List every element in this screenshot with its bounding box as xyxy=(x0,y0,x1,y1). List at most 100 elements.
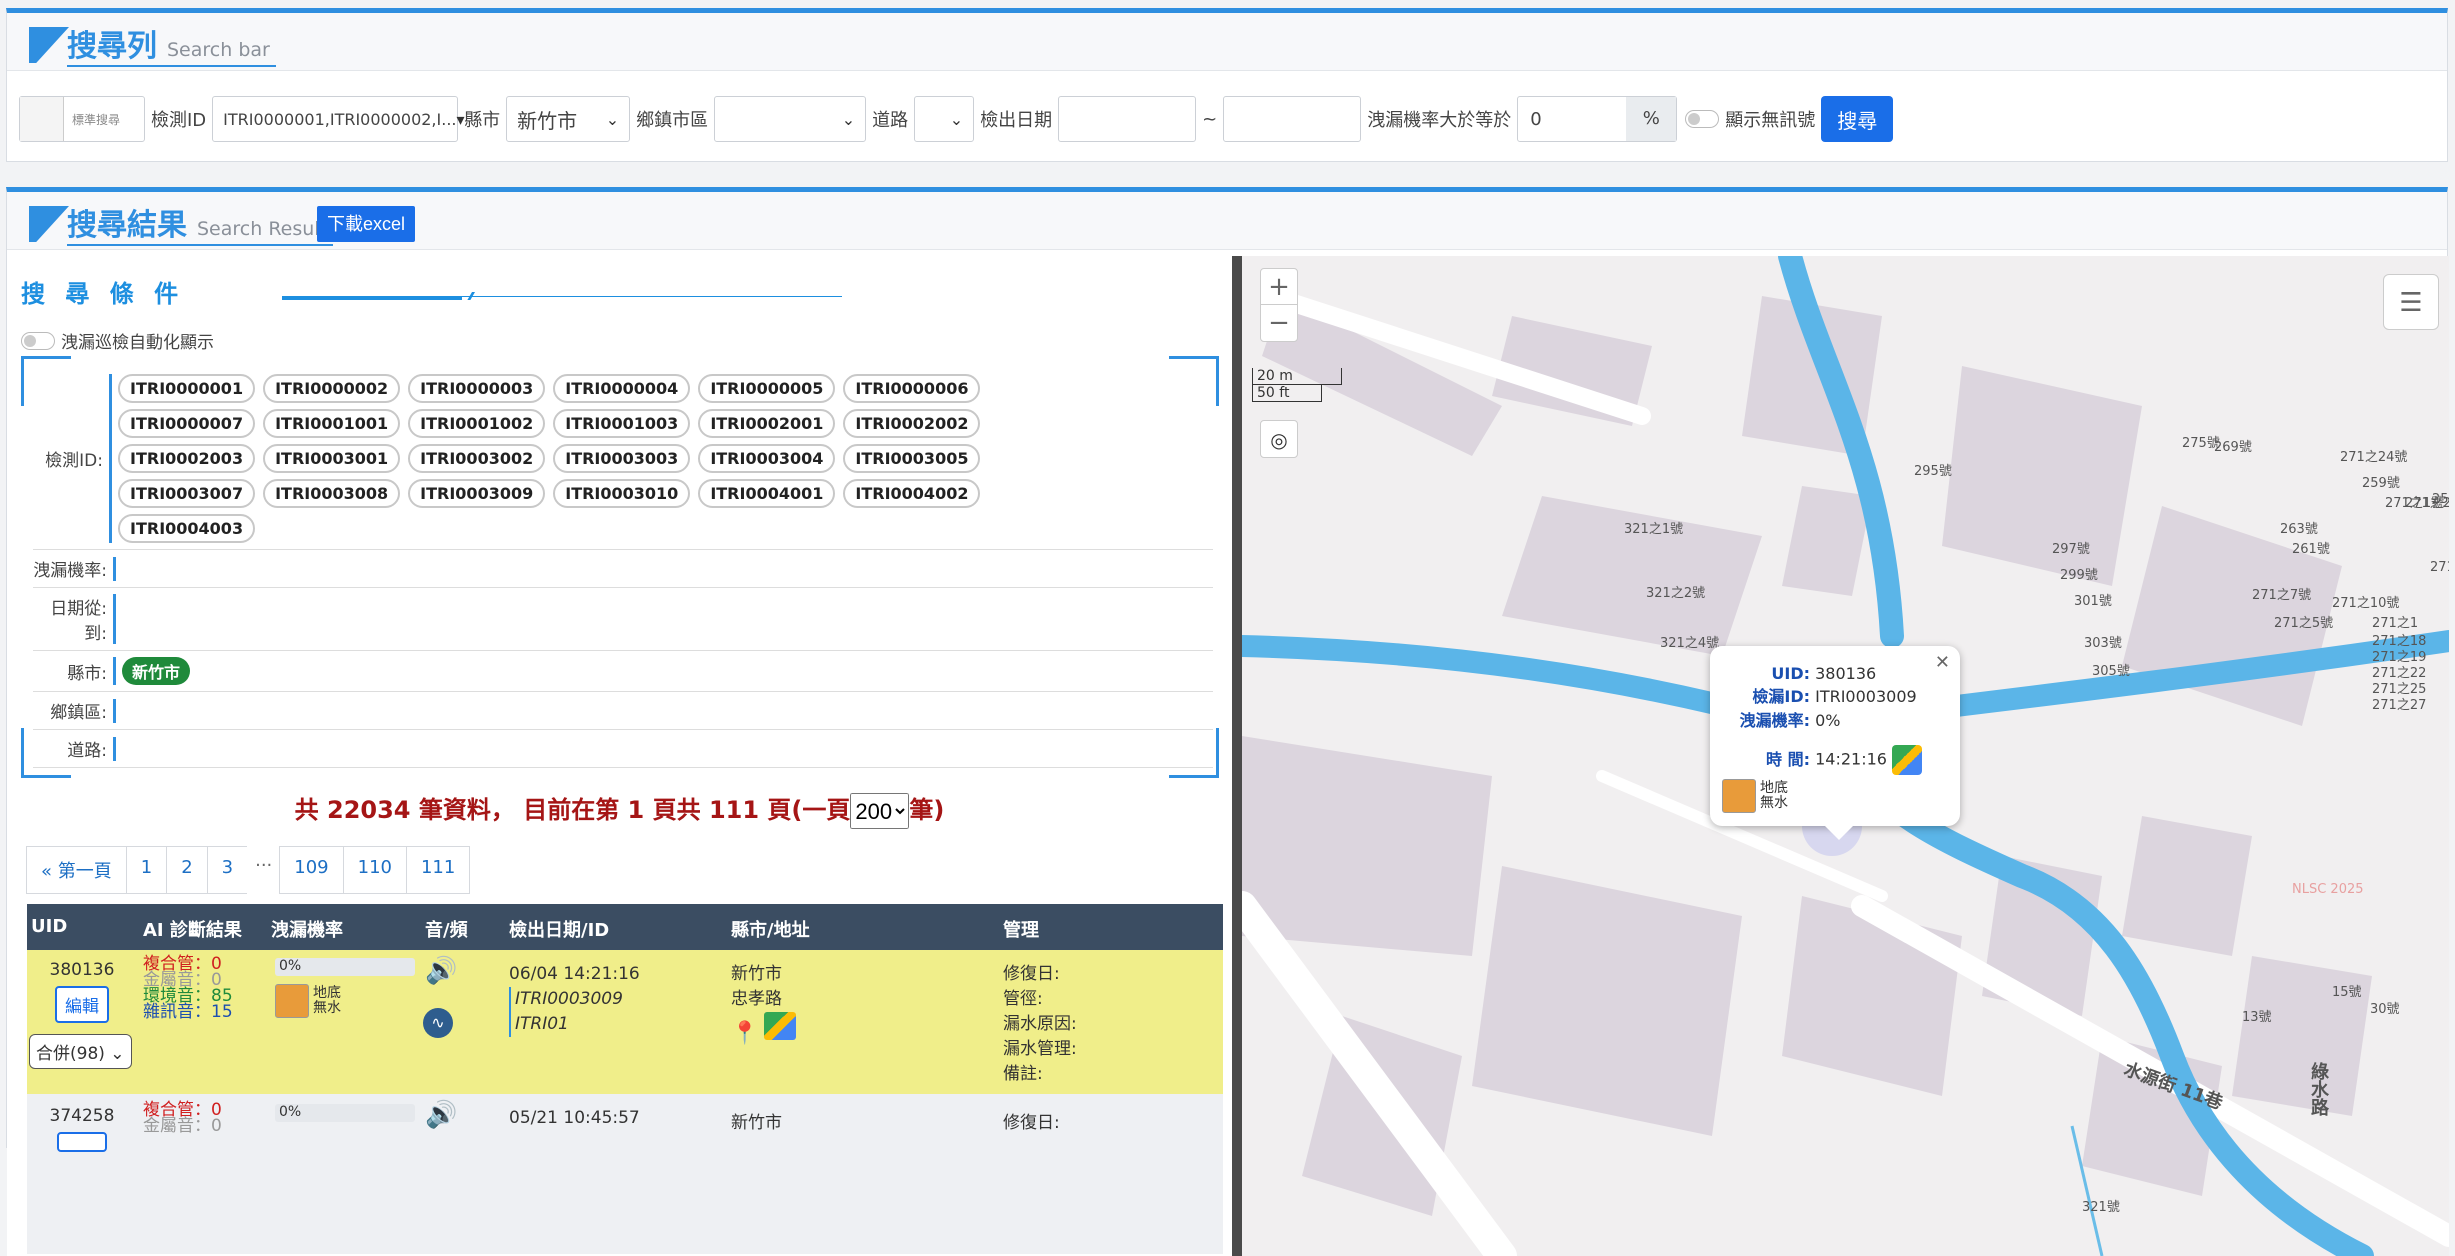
zoom-in-button[interactable]: + xyxy=(1261,269,1297,305)
nosignal-label: 顯示無訊號 xyxy=(1725,110,1816,131)
map-label: 295號 xyxy=(1914,464,1952,479)
condition-road-row: 道路: xyxy=(33,730,1213,768)
result-panel-header: 搜尋結果 Search Result 下載excel xyxy=(7,192,2447,250)
result-panel-title: 搜尋結果 Search Result xyxy=(67,200,334,246)
search-button[interactable]: 搜尋 xyxy=(1821,96,1894,142)
prob-label: 洩漏機率大於等於 xyxy=(1367,110,1512,131)
table-row[interactable]: 380136 編輯 合併(98) ⌄ 複合管：0 金屬音：0 環境音：85 雜訊… xyxy=(27,950,1223,1094)
audio-icon[interactable]: 🔊 xyxy=(425,956,457,986)
pager-button[interactable]: 110 xyxy=(342,846,407,894)
map-label: 321號 xyxy=(2082,1200,2120,1215)
condition-id-row: 檢測ID: ITRI0000001 ITRI0000002 ITRI0000003 I… xyxy=(33,366,1213,550)
condition-date-row: 日期從: 到: xyxy=(33,588,1213,651)
auto-display-toggle[interactable] xyxy=(21,331,55,350)
map-label: 263號 xyxy=(2280,522,2318,537)
chevron-down-icon: ⌄ xyxy=(605,109,620,129)
merge-select[interactable]: 合併(98) ⌄ xyxy=(29,1034,132,1069)
map-label: 305號 xyxy=(2092,664,2130,679)
pager-button[interactable]: 111 xyxy=(405,846,471,894)
table-row[interactable]: 374258 複合管：0 金屬音：0 0% 🔊 05/21 10:45:57 新… xyxy=(27,1094,1223,1254)
date-label: 檢出日期 xyxy=(980,110,1053,131)
probability-bar: 0% xyxy=(275,1104,415,1122)
county-select[interactable]: 新竹市 ⌄ xyxy=(506,96,631,142)
id-chip: ITRI0003002 xyxy=(408,444,546,473)
map-label: 321之4號 xyxy=(1660,636,1720,651)
pager-button[interactable]: 3 xyxy=(206,846,249,894)
id-chip: ITRI0000004 xyxy=(553,374,691,403)
underground-icon xyxy=(275,984,309,1018)
map-label: 303號 xyxy=(2084,636,2122,651)
waveform-icon[interactable]: ∿ xyxy=(423,1008,453,1038)
chevron-down-icon: ⌄ xyxy=(949,109,964,129)
map-label: 321之1號 xyxy=(1624,522,1684,537)
district-label: 鄉鎮市區 xyxy=(636,110,709,131)
id-chip: ITRI0003003 xyxy=(553,444,691,473)
id-chip: ITRI0003007 xyxy=(118,479,256,508)
google-maps-icon[interactable] xyxy=(763,1012,796,1040)
auto-display-label: 洩漏巡檢自動化顯示 xyxy=(61,333,214,353)
id-chip: ITRI0000002 xyxy=(263,374,401,403)
table-header: UID AI 診斷結果 洩漏機率 音/頻 檢出日期/ID 縣市/地址 管理 xyxy=(27,904,1223,950)
district-select[interactable]: ⌄ xyxy=(714,96,867,142)
layers-icon[interactable]: ☰ xyxy=(2383,274,2439,330)
county-chip: 新竹市 xyxy=(122,657,191,685)
id-chip: ITRI0003005 xyxy=(843,444,981,473)
map-label: 321之2號 xyxy=(1646,586,1706,601)
map-label: 271之10號 xyxy=(2332,596,2400,611)
id-chip: ITRI0003004 xyxy=(698,444,836,473)
id-label: 檢測ID xyxy=(151,110,207,131)
map-label: 30號 xyxy=(2370,1002,2400,1017)
management-info: 修復日: 管徑: 漏水原因: 漏水管理: 備註: xyxy=(1003,964,1077,1084)
audio-icon[interactable]: 🔊 xyxy=(425,1100,457,1130)
edit-button[interactable] xyxy=(57,1132,107,1152)
pager-button[interactable]: 2 xyxy=(166,846,208,894)
close-icon[interactable]: ✕ xyxy=(1935,652,1950,673)
locate-icon[interactable]: ◎ xyxy=(1260,420,1298,458)
id-chip: ITRI0003008 xyxy=(263,479,401,508)
search-panel-header: 搜尋列 Search bar xyxy=(7,13,2447,71)
google-maps-icon[interactable] xyxy=(1892,745,1923,775)
road-select[interactable]: ⌄ xyxy=(914,96,975,142)
page-size-select[interactable]: 200 xyxy=(850,793,910,829)
ai-result: 複合管：0 金屬音：0 xyxy=(143,1100,222,1136)
nosignal-toggle[interactable] xyxy=(1685,110,1720,128)
id-chip: ITRI0000005 xyxy=(698,374,836,403)
pager-ellipsis: ... xyxy=(247,846,281,894)
id-chip: ITRI0003001 xyxy=(263,444,401,473)
date-separator: ~ xyxy=(1202,108,1218,130)
map-label: 271之7號 xyxy=(2252,588,2312,603)
condition-id-key: 檢測ID: xyxy=(45,451,103,471)
zoom-out-button[interactable]: − xyxy=(1261,305,1297,341)
road-label: 道路 xyxy=(872,110,909,131)
id-chip: ITRI0004002 xyxy=(843,479,981,508)
date-to-input[interactable] xyxy=(1223,96,1362,142)
pager-button[interactable]: 109 xyxy=(279,846,344,894)
pane-divider[interactable] xyxy=(1232,256,1242,1256)
map-popup: ✕ UID: 380136 檢漏ID: ITRI0003009 洩漏機率: 0%… xyxy=(1710,646,1960,840)
chevron-down-icon: ⌄ xyxy=(841,109,856,129)
map-label: 271之27 xyxy=(2372,698,2427,713)
id-chip: ITRI0002003 xyxy=(118,444,256,473)
pager-button[interactable]: « 第一頁 xyxy=(26,846,127,894)
pager-button[interactable]: 1 xyxy=(125,846,168,894)
condition-county-row: 縣市: 新竹市 xyxy=(33,651,1213,692)
map-label: 297號 xyxy=(2052,542,2090,557)
id-chip: ITRI0001001 xyxy=(263,409,401,438)
map-view[interactable]: + − 20 m 50 ft ◎ ☰ 295號 275號 269號 271之24號 25… xyxy=(1242,256,2449,1256)
search-mode-toggle[interactable]: 標準搜尋 xyxy=(19,96,145,142)
id-chip: ITRI0004003 xyxy=(118,514,256,543)
id-chip: ITRI0001002 xyxy=(408,409,546,438)
prob-input[interactable]: 0 % xyxy=(1517,96,1678,142)
date-from-input[interactable] xyxy=(1058,96,1197,142)
map-pin-icon[interactable]: 📍 xyxy=(731,1021,758,1046)
probability-bar: 0% xyxy=(275,958,415,976)
panel-flag-icon xyxy=(29,27,69,63)
map-label: 271之5號 xyxy=(2274,616,2334,631)
result-summary: 共 22034 筆資料， 目前在第 1 頁共 111 頁(一頁 200 筆) xyxy=(7,790,1232,829)
conditions-table: 檢測ID: ITRI0000001 ITRI0000002 ITRI0000003 I… xyxy=(33,366,1213,768)
id-select[interactable]: ITRI0000001,ITRI0000002,I... ▾ xyxy=(212,96,465,142)
id-chip: ITRI0003010 xyxy=(553,479,691,508)
edit-button[interactable]: 編輯 xyxy=(55,986,109,1023)
map-label: 綠水路 xyxy=(2308,1062,2329,1116)
download-excel-button[interactable]: 下載excel xyxy=(317,206,416,242)
